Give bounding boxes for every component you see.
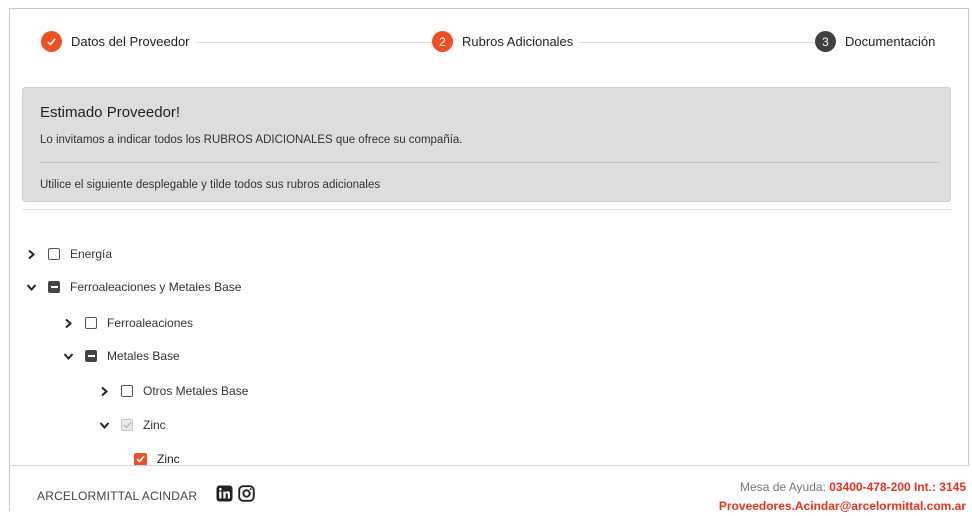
chevron-down-icon[interactable] (97, 418, 111, 432)
check-icon (41, 31, 62, 52)
checkbox-disabled (121, 419, 133, 431)
chevron-right-icon[interactable] (24, 247, 38, 261)
info-instructions: Utilice el siguiente desplegable y tilde… (40, 179, 381, 191)
step-rubros-adicionales[interactable]: 2 Rubros Adicionales (432, 31, 580, 52)
step-label: Datos del Proveedor (71, 34, 190, 49)
tree-item-ferroaleaciones: Ferroaleaciones (61, 313, 193, 333)
chevron-down-icon[interactable] (61, 349, 75, 363)
social-links (216, 485, 255, 507)
step-number: 3 (815, 31, 836, 52)
step-connector (190, 42, 440, 43)
step-documentacion[interactable]: 3 Documentación (815, 31, 942, 52)
checkbox[interactable] (48, 281, 60, 293)
info-title: Estimado Proveedor! (40, 104, 181, 121)
tree-item-label: Ferroaleaciones y Metales Base (70, 280, 242, 294)
chevron-right-icon[interactable] (97, 384, 111, 398)
linkedin-icon[interactable] (216, 485, 233, 507)
stepper: Datos del Proveedor 2 Rubros Adicionales… (10, 31, 970, 53)
divider (40, 162, 940, 163)
footer: ARCELORMITTAL ACINDAR Mesa de Ayuda: 034… (10, 465, 970, 513)
footer-brand: ARCELORMITTAL ACINDAR (37, 489, 198, 503)
step-label: Documentación (845, 34, 936, 49)
tree-item-label: Ferroaleaciones (107, 316, 194, 330)
chevron-down-icon[interactable] (24, 280, 38, 294)
info-box: Estimado Proveedor! Lo invitamos a indic… (22, 87, 951, 202)
help-desk: Mesa de Ayuda: 03400-478-200 Int.: 3145 … (719, 478, 966, 516)
help-phone[interactable]: 03400-478-200 Int.: 3145 (829, 480, 966, 494)
tree-item-label: Otros Metales Base (143, 384, 249, 398)
tree-item-metales-base: Metales Base (61, 346, 180, 366)
chevron-right-icon[interactable] (61, 316, 75, 330)
tree-item-ferroaleaciones-metales-base: Ferroaleaciones y Metales Base (24, 277, 241, 297)
checkbox[interactable] (85, 350, 97, 362)
help-label: Mesa de Ayuda: (740, 480, 830, 494)
tree-item-label: Energía (70, 247, 113, 261)
step-label: Rubros Adicionales (462, 34, 574, 49)
divider (22, 209, 952, 210)
checkbox[interactable] (121, 385, 133, 397)
step-number: 2 (432, 31, 453, 52)
checkbox-checked[interactable] (134, 452, 147, 466)
tree-item-zinc-group: Zinc (97, 415, 166, 435)
tree-item-otros-metales-base: Otros Metales Base (97, 381, 248, 401)
instagram-icon[interactable] (238, 485, 255, 507)
main-panel: Datos del Proveedor 2 Rubros Adicionales… (9, 8, 970, 513)
tree-item-label: Metales Base (107, 349, 180, 363)
tree-item-label: Zinc (143, 418, 166, 432)
info-text: Lo invitamos a indicar todos los RUBROS … (40, 134, 463, 146)
tree-item-energia: Energía (24, 244, 112, 264)
step-connector (566, 42, 816, 43)
checkbox[interactable] (48, 248, 60, 260)
step-datos-proveedor[interactable]: Datos del Proveedor (41, 31, 196, 52)
checkbox[interactable] (85, 317, 97, 329)
help-email-link[interactable]: Proveedores.Acindar@arcelormittal.com.ar (719, 497, 966, 516)
tree-item-label: Zinc (157, 452, 180, 466)
